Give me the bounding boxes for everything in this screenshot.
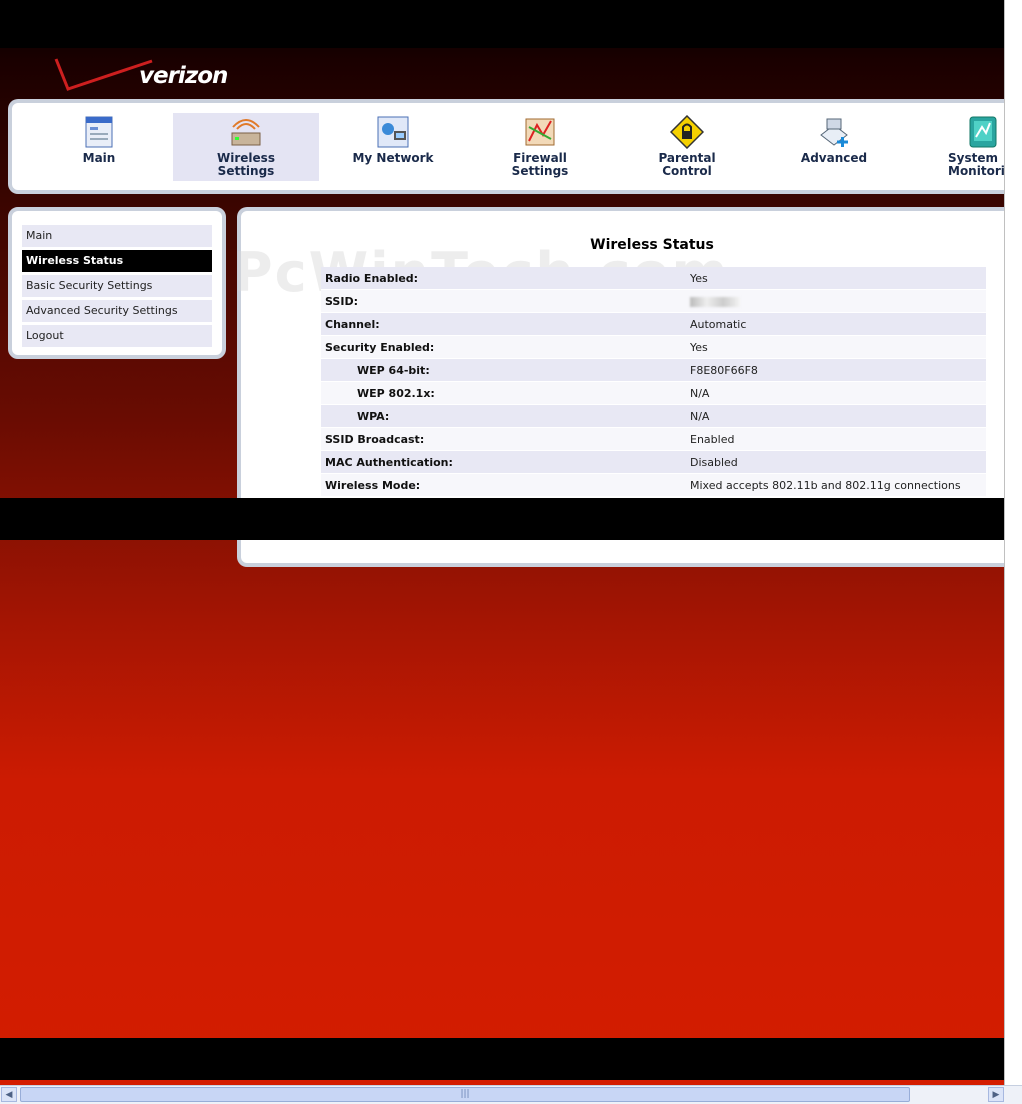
nav-label: Firewall Settings bbox=[511, 151, 569, 178]
row-value: Enabled bbox=[686, 427, 986, 451]
table-row: WPA: N/A bbox=[321, 404, 986, 428]
wireless-status-table: Radio Enabled: Yes SSID: Channel: Automati… bbox=[321, 267, 986, 497]
scrollbar-thumb[interactable]: ||| bbox=[20, 1087, 910, 1102]
nav-label: My Network bbox=[352, 151, 434, 165]
sidebar-menu: Main Wireless Status Basic Security Sett… bbox=[8, 207, 226, 359]
advanced-tools-icon bbox=[817, 115, 851, 149]
row-label: WEP 64-bit: bbox=[321, 358, 686, 382]
row-value: Automatic bbox=[686, 312, 986, 336]
table-row: WEP 802.1x: N/A bbox=[321, 381, 986, 405]
row-value: N/A bbox=[686, 404, 986, 428]
row-value: F8E80F66F8 bbox=[686, 358, 986, 382]
row-value: Yes bbox=[686, 267, 986, 290]
vertical-scrollbar[interactable] bbox=[1004, 0, 1022, 1103]
row-label: MAC Authentication: bbox=[321, 450, 686, 474]
table-row: Security Enabled: Yes bbox=[321, 335, 986, 359]
table-row: Wireless Mode: Mixed accepts 802.11b and … bbox=[321, 473, 986, 497]
top-black-band bbox=[0, 0, 1022, 48]
nav-label: Parental Control bbox=[658, 151, 716, 178]
nav-label: Main bbox=[82, 151, 116, 165]
row-label: SSID Broadcast: bbox=[321, 427, 686, 451]
row-label: Wireless Mode: bbox=[321, 473, 686, 497]
row-label: Radio Enabled: bbox=[321, 267, 686, 290]
row-value: Yes bbox=[686, 335, 986, 359]
lock-warning-icon bbox=[669, 114, 705, 150]
network-computers-icon bbox=[376, 115, 410, 149]
row-label: Channel: bbox=[321, 312, 686, 336]
table-row: SSID Broadcast: Enabled bbox=[321, 427, 986, 451]
table-row: Radio Enabled: Yes bbox=[321, 267, 986, 290]
row-value: N/A bbox=[686, 381, 986, 405]
redaction-band bbox=[0, 498, 1022, 540]
verizon-logo: verizon bbox=[52, 55, 242, 95]
nav-system-monitoring[interactable]: System Monitoring bbox=[908, 113, 1018, 181]
nav-wireless-settings[interactable]: Wireless Settings bbox=[173, 113, 319, 181]
table-row: MAC Authentication: Disabled bbox=[321, 450, 986, 474]
nav-parental-control[interactable]: Parental Control bbox=[614, 113, 760, 181]
page-title: Wireless Status bbox=[590, 237, 714, 253]
row-label: WEP 802.1x: bbox=[321, 381, 686, 405]
scroll-right-icon[interactable]: ▶ bbox=[988, 1087, 1004, 1102]
brand-name: verizon bbox=[139, 63, 228, 89]
main-page-icon bbox=[82, 115, 116, 149]
sidebar-item-main[interactable]: Main bbox=[22, 225, 212, 247]
horizontal-scrollbar[interactable]: ◀ ||| ▶ bbox=[0, 1085, 1022, 1104]
main-navigation: Main Wireless Settings My Network Firewa… bbox=[8, 99, 1018, 194]
nav-advanced[interactable]: Advanced bbox=[761, 113, 907, 181]
sidebar-item-logout[interactable]: Logout bbox=[22, 325, 212, 347]
row-value: Disabled bbox=[686, 450, 986, 474]
system-monitor-icon bbox=[966, 115, 1000, 149]
nav-main[interactable]: Main bbox=[26, 113, 172, 181]
table-row: SSID: bbox=[321, 289, 986, 313]
wireless-router-icon bbox=[229, 115, 263, 149]
scroll-left-icon[interactable]: ◀ bbox=[1, 1087, 17, 1102]
redacted-ssid bbox=[690, 296, 740, 307]
table-row: Channel: Automatic bbox=[321, 312, 986, 336]
nav-firewall-settings[interactable]: Firewall Settings bbox=[467, 113, 613, 181]
sidebar-item-wireless-status[interactable]: Wireless Status bbox=[22, 250, 212, 272]
sidebar-item-basic-security-settings[interactable]: Basic Security Settings bbox=[22, 275, 212, 297]
row-value: Mixed accepts 802.11b and 802.11g connec… bbox=[686, 473, 986, 497]
sidebar-item-advanced-security-settings[interactable]: Advanced Security Settings bbox=[22, 300, 212, 322]
nav-label: Wireless Settings bbox=[217, 151, 275, 178]
nav-my-network[interactable]: My Network bbox=[320, 113, 466, 181]
row-label: Security Enabled: bbox=[321, 335, 686, 359]
redaction-band bbox=[0, 1038, 1022, 1080]
nav-label: Advanced bbox=[800, 151, 868, 165]
row-label: WPA: bbox=[321, 404, 686, 428]
firewall-icon bbox=[523, 115, 557, 149]
row-value bbox=[686, 289, 986, 313]
table-row: WEP 64-bit: F8E80F66F8 bbox=[321, 358, 986, 382]
row-label: SSID: bbox=[321, 289, 686, 313]
nav-label: System Monitoring bbox=[948, 151, 1018, 178]
